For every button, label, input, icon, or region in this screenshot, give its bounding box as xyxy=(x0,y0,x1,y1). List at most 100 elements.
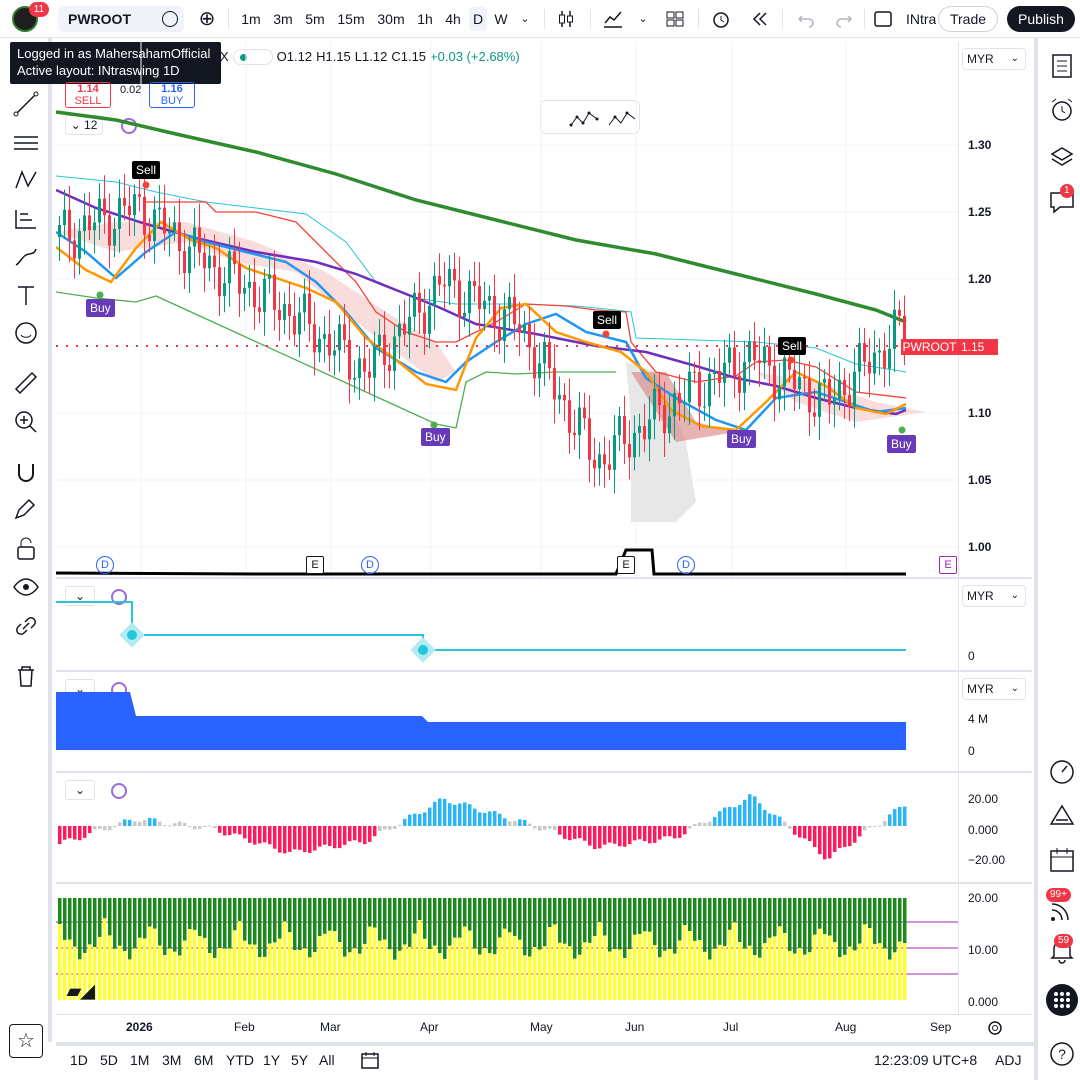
stack-bar-yellow xyxy=(743,948,747,1000)
pane3-currency-select[interactable]: MYR ⌄ xyxy=(962,678,1026,700)
emoji-icon[interactable] xyxy=(12,319,40,347)
histogram-bar xyxy=(143,820,147,826)
add-symbol-icon[interactable]: ⊕ xyxy=(196,7,218,31)
histogram-bar xyxy=(378,826,382,832)
interval-w[interactable]: W xyxy=(491,7,511,31)
range-all[interactable]: All xyxy=(319,1052,335,1068)
trend-line-icon[interactable] xyxy=(12,90,40,118)
dividend-event[interactable]: D xyxy=(361,556,379,574)
chevron-down-icon[interactable]: ⌄ xyxy=(516,7,534,31)
price-chart[interactable] xyxy=(56,42,958,582)
help-icon[interactable]: ? xyxy=(1048,1040,1076,1068)
dividend-event[interactable]: D xyxy=(677,556,695,574)
trade-button[interactable]: Trade xyxy=(938,6,998,32)
calendar-range-icon[interactable] xyxy=(360,1050,380,1070)
range-3m[interactable]: 3M xyxy=(162,1052,181,1068)
stack-bar-green xyxy=(778,898,782,927)
dividend-event[interactable]: D xyxy=(96,556,114,574)
tradingview-logo-icon[interactable]: ▰◢ xyxy=(67,982,101,1000)
undo-icon[interactable] xyxy=(796,7,816,31)
stack-bar-yellow xyxy=(723,946,727,1000)
candle-body xyxy=(113,228,116,246)
zoom-in-icon[interactable] xyxy=(12,408,40,436)
divider xyxy=(782,9,783,29)
adjust-toggle[interactable]: ADJ xyxy=(995,1052,1021,1068)
interval-4h[interactable]: 4h xyxy=(441,7,465,31)
earnings-event[interactable]: E xyxy=(939,556,957,574)
pane2-currency-select[interactable]: MYR ⌄ xyxy=(962,585,1026,607)
interval-d[interactable]: D xyxy=(469,7,487,31)
stack-bar-yellow xyxy=(128,959,132,1000)
range-5d[interactable]: 5D xyxy=(100,1052,118,1068)
stack-bar-green xyxy=(518,898,522,940)
text-tool-icon[interactable] xyxy=(12,281,40,309)
clock[interactable]: 12:23:09 UTC+8 xyxy=(874,1052,977,1068)
chevron-down-icon[interactable]: ⌄ xyxy=(636,7,650,31)
histogram-bar xyxy=(743,799,747,826)
eye-icon[interactable] xyxy=(12,573,40,601)
earnings-event[interactable]: E xyxy=(617,556,635,574)
ruler-icon[interactable] xyxy=(12,369,40,397)
fib-retracement-icon[interactable] xyxy=(12,129,40,157)
stack-bar-green xyxy=(363,898,367,944)
settings-gear-icon[interactable] xyxy=(986,1019,1004,1037)
layout-grid-icon[interactable] xyxy=(664,7,686,31)
layout-name[interactable]: INtra xyxy=(906,7,936,31)
pattern-icon[interactable] xyxy=(12,166,40,194)
indicators-icon[interactable] xyxy=(602,7,624,31)
speedometer-icon[interactable] xyxy=(1048,758,1076,786)
histogram-bar xyxy=(578,826,582,839)
notification-badge: 11 xyxy=(29,2,49,17)
range-1y[interactable]: 1Y xyxy=(263,1052,280,1068)
favorites-star-icon[interactable]: ☆ xyxy=(9,1024,43,1058)
alarm-clock-icon[interactable] xyxy=(1048,96,1076,124)
link-icon[interactable] xyxy=(12,612,40,640)
range-5y[interactable]: 5Y xyxy=(291,1052,308,1068)
range-6m[interactable]: 6M xyxy=(194,1052,213,1068)
redo-icon[interactable] xyxy=(834,7,854,31)
lock-drawings-pencil-icon[interactable] xyxy=(12,496,40,524)
candles-chart-type-icon[interactable] xyxy=(556,7,576,31)
pine-editor-icon[interactable] xyxy=(1048,803,1076,831)
pane2-chart[interactable] xyxy=(56,580,958,670)
watchlist-icon[interactable] xyxy=(1048,52,1076,80)
pane-divider[interactable] xyxy=(56,577,1032,579)
range-1m[interactable]: 1M xyxy=(130,1052,149,1068)
fullscreen-icon[interactable] xyxy=(872,7,894,31)
replay-icon[interactable] xyxy=(748,7,770,31)
symbol-search[interactable]: PWROOT xyxy=(58,6,184,32)
interval-5m[interactable]: 5m xyxy=(302,7,328,31)
candle-body xyxy=(708,373,711,407)
range-ytd[interactable]: YTD xyxy=(226,1052,254,1068)
brush-icon[interactable] xyxy=(12,243,40,271)
range-1d[interactable]: 1D xyxy=(70,1052,88,1068)
histogram-bar xyxy=(533,826,537,829)
volume-stack-chart[interactable] xyxy=(56,884,958,1014)
stack-bar-green xyxy=(498,898,502,938)
lock-icon[interactable] xyxy=(12,535,40,563)
histogram-bar xyxy=(663,826,667,837)
histogram-bar xyxy=(388,826,392,830)
histogram-bar xyxy=(473,808,477,826)
interval-1h[interactable]: 1h xyxy=(413,7,437,31)
stack-bar-green xyxy=(583,898,587,943)
prediction-tools-icon[interactable] xyxy=(12,204,40,232)
calendar-icon[interactable] xyxy=(1048,846,1076,874)
publish-button[interactable]: Publish xyxy=(1007,6,1075,32)
candle-body xyxy=(773,365,776,400)
layers-icon[interactable] xyxy=(1048,144,1076,172)
alert-clock-icon[interactable] xyxy=(710,7,732,31)
apps-grid-icon[interactable] xyxy=(1046,984,1078,1016)
stack-bar-green xyxy=(253,898,257,945)
momentum-histogram[interactable] xyxy=(56,773,958,883)
interval-30m[interactable]: 30m xyxy=(374,7,408,31)
interval-1m[interactable]: 1m xyxy=(238,7,264,31)
magnet-icon[interactable] xyxy=(12,458,40,486)
interval-3m[interactable]: 3m xyxy=(270,7,296,31)
trash-icon[interactable] xyxy=(12,662,40,690)
histogram-bar xyxy=(118,822,122,826)
earnings-event[interactable]: E xyxy=(306,556,324,574)
currency-select[interactable]: MYR ⌄ xyxy=(962,48,1026,70)
pane3-area-chart[interactable] xyxy=(56,672,958,772)
interval-15m[interactable]: 15m xyxy=(334,7,368,31)
